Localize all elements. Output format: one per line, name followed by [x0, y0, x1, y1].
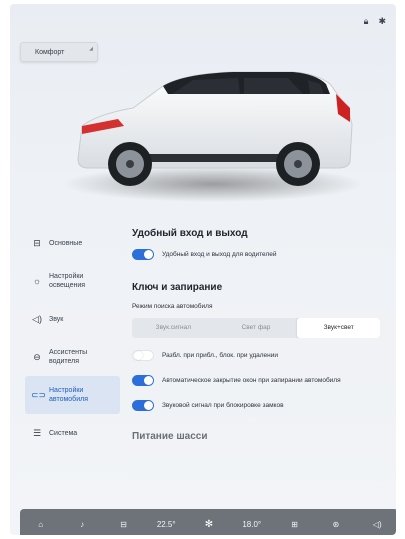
sliders-icon: ☰ — [32, 427, 42, 438]
sidebar-item-basic[interactable]: ⊟ Основные — [25, 224, 120, 262]
sidebar-item-label: Основные — [49, 239, 83, 247]
settings-content: Удобный вход и выход Удобный вход и выхо… — [132, 222, 392, 452]
windows-label: Автоматическое закрытие окон при запиран… — [162, 377, 341, 384]
bluetooth-icon: ✱ — [378, 16, 386, 26]
unlock-row: Разбл. при прибл., блок. при удалении — [132, 350, 392, 361]
sidebar-item-lighting[interactable]: ☼ Настройки освещения — [25, 262, 120, 300]
search-mode-label: Режим поиска автомобиля — [132, 303, 213, 310]
search-mode-option-sound[interactable]: Звук.сигнал — [132, 318, 215, 338]
horn-row: Звуковой сигнал при блокировке замков — [132, 400, 392, 411]
windows-row: Автоматическое закрытие окон при запиран… — [132, 375, 392, 386]
search-mode-option-sound-light[interactable]: Звук+свет — [297, 318, 380, 338]
windows-toggle[interactable] — [132, 375, 154, 386]
search-mode-segmented-control: Звук.сигнал Свет фар Звук+свет — [132, 318, 380, 338]
music-icon[interactable]: ♪ — [74, 520, 90, 529]
horn-label: Звуковой сигнал при блокировке замков — [162, 402, 284, 409]
search-mode-option-lights[interactable]: Свет фар — [215, 318, 298, 338]
drive-mode-button[interactable]: Комфорт ◢ — [20, 42, 98, 62]
horn-toggle[interactable] — [132, 400, 154, 411]
unlock-label: Разбл. при прибл., блок. при удалении — [162, 352, 279, 359]
sidebar-item-vehicle-settings[interactable]: ⊂⊃ Настройки автомобиля — [25, 376, 120, 414]
car-icon[interactable]: ⊟ — [115, 520, 131, 529]
defrost-icon[interactable]: ⊛ — [328, 520, 344, 529]
easy-entry-toggle[interactable] — [132, 249, 154, 260]
easy-entry-row: Удобный вход и выход для водителей — [132, 249, 392, 260]
settings-sidebar: ⊟ Основные ☼ Настройки освещения ◁) Звук… — [25, 224, 120, 452]
apps-grid-icon[interactable]: ⊞ — [287, 520, 303, 529]
sidebar-item-label: Ассистенты водителя — [49, 349, 88, 365]
climate-dock: ⌂ ♪ ⊟ 22.5° ✻ 18.0° ⊞ ⊛ ◁) — [20, 509, 396, 535]
car-settings-icon: ⊂⊃ — [31, 389, 47, 400]
corner-arrow-icon: ◢ — [89, 46, 93, 52]
home-icon[interactable]: ⌂ — [33, 520, 49, 529]
light-sun-icon: ☼ — [32, 276, 42, 286]
car-settings-screen: 🔒︎ ✱ Комфорт ◢ ⊟ Основные ☼ Настройки ос… — [10, 4, 396, 535]
section-title: Питание шасси — [132, 431, 208, 442]
speaker-icon: ◁) — [32, 313, 42, 324]
steering-wheel-icon: ⊖ — [33, 351, 41, 362]
sidebar-item-system[interactable]: ☰ Система — [25, 414, 120, 452]
drive-mode-label: Комфорт — [35, 49, 65, 56]
temp-right[interactable]: 18.0° — [242, 520, 261, 529]
sidebar-item-label: Звук — [49, 315, 64, 323]
fan-icon[interactable]: ✻ — [201, 519, 217, 530]
volume-icon[interactable]: ◁) — [369, 520, 385, 529]
sidebar-item-label: Настройки автомобиля — [49, 387, 88, 403]
section-title: Удобный вход и выход — [132, 228, 248, 239]
sidebar-item-sound[interactable]: ◁) Звук — [25, 300, 120, 338]
sidebar-item-assistants[interactable]: ⊖ Ассистенты водителя — [25, 338, 120, 376]
temp-left[interactable]: 22.5° — [157, 520, 176, 529]
top-status-icons: 🔒︎ ✱ — [364, 16, 386, 27]
car-image — [63, 71, 363, 202]
sidebar-item-label: Система — [49, 429, 78, 437]
easy-entry-label: Удобный вход и выход для водителей — [162, 251, 277, 258]
sidebar-item-label: Настройки освещения — [49, 273, 86, 289]
car-outline-icon: ⊟ — [33, 237, 41, 248]
unlock-toggle[interactable] — [132, 350, 154, 361]
lock-icon[interactable]: 🔒︎ — [364, 16, 369, 27]
section-title: Ключ и запирание — [132, 282, 223, 293]
